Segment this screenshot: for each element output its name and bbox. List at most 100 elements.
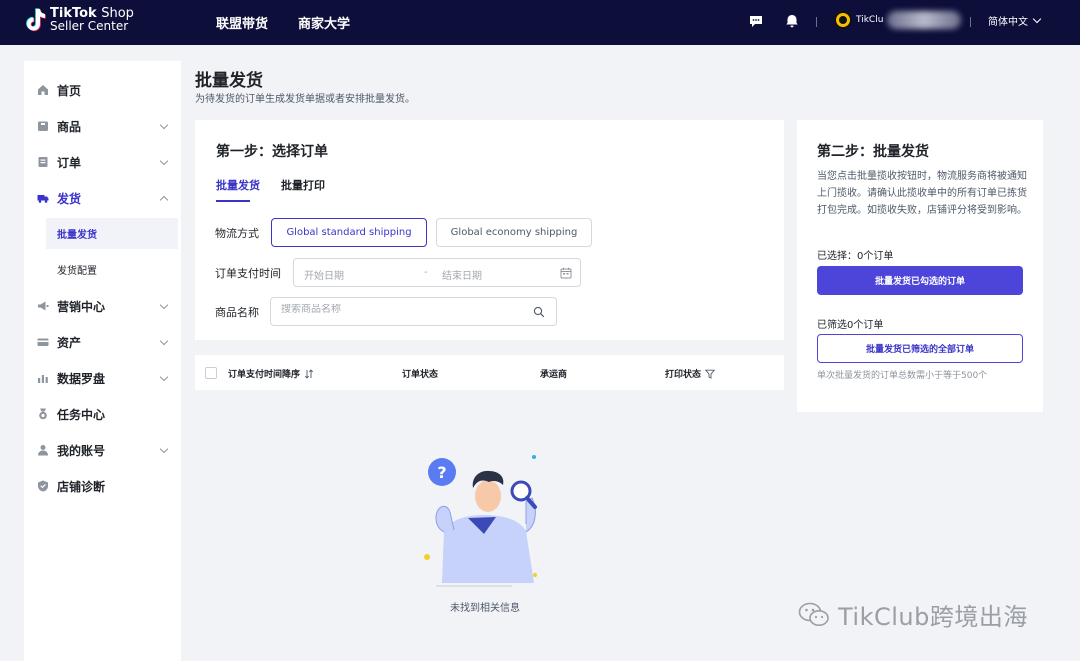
tab-bulk-print[interactable]: 批量打印 — [281, 177, 325, 193]
top-nav-affiliate[interactable]: 联盟带货 — [216, 13, 268, 32]
language-selector[interactable]: 简体中文 — [988, 13, 1042, 28]
sidebar-item-shipping[interactable]: 发货 — [24, 183, 181, 213]
product-search-input[interactable] — [281, 304, 521, 315]
sidebar-item-label: 订单 — [57, 155, 82, 170]
ship-filtered-orders-button[interactable]: 批量发货已筛选的全部订单 — [817, 334, 1023, 363]
chevron-down-icon — [1032, 14, 1042, 24]
end-date-input[interactable]: 结束日期 — [442, 267, 482, 282]
chevron-down-icon — [159, 336, 169, 345]
sidebar-item-label: 任务中心 — [57, 407, 106, 422]
product-search-field[interactable] — [270, 297, 557, 326]
sidebar-subitem-bulk-ship[interactable]: 批量发货 — [46, 218, 178, 249]
step2-description: 当您点击批量揽收按钮时，物流服务商将被通知上门揽收。请确认此揽收单中的所有订单已… — [817, 171, 1027, 216]
divider — [816, 17, 817, 27]
orders-table-header: 订单支付时间降序 订单状态 承运商 打印状态 — [195, 355, 784, 390]
sidebar-item-my-account[interactable]: 我的账号 — [24, 435, 181, 465]
megaphone-icon — [38, 301, 49, 311]
wallet-icon — [37, 338, 49, 346]
bulk-ship-limit-hint: 单次批量发货的订单总数需小于等于500个 — [817, 371, 988, 381]
user-icon — [38, 445, 48, 456]
sidebar-item-orders[interactable]: 订单 — [24, 147, 181, 177]
payment-time-label: 订单支付时间 — [215, 267, 281, 280]
filtered-count: 已筛选0个订单 — [817, 320, 884, 331]
selected-count: 已选择：0个订单 — [817, 251, 894, 262]
sidebar-item-home[interactable]: 首页 — [24, 75, 181, 105]
sidebar-item-assets[interactable]: 资产 — [24, 327, 181, 357]
sidebar-item-label: 营销中心 — [57, 299, 106, 314]
tiktok-shop-logo[interactable]: TikTok Shop Seller Center — [24, 7, 134, 33]
truck-icon — [37, 195, 49, 203]
shipping-method-label: 物流方式 — [215, 227, 259, 240]
search-icon[interactable] — [533, 306, 545, 318]
column-header-label: 订单支付时间降序 — [228, 370, 301, 380]
column-print-status[interactable]: 打印状态 — [665, 367, 716, 380]
sidebar-item-marketing[interactable]: 营销中心 — [24, 291, 181, 321]
medal-icon — [39, 408, 47, 420]
avatar — [834, 11, 852, 29]
sidebar-item-label: 我的账号 — [57, 443, 106, 458]
watermark-text: TikClub跨境出海 — [838, 603, 1028, 631]
step2-title: 第二步：批量发货 — [817, 144, 929, 160]
sidebar-subitem-label: 批量发货 — [57, 230, 97, 241]
sidebar-item-label: 首页 — [57, 83, 82, 98]
step1-title: 第一步：选择订单 — [216, 144, 328, 160]
sidebar-item-store-diagnosis[interactable]: 店铺诊断 — [24, 471, 181, 501]
payment-date-range-picker[interactable]: 开始日期 - 结束日期 — [293, 258, 581, 287]
username: TikClu — [856, 15, 884, 25]
chevron-down-icon — [159, 444, 169, 453]
start-date-input[interactable]: 开始日期 — [304, 267, 344, 282]
ship-selected-orders-button[interactable]: 批量发货已勾选的订单 — [817, 266, 1023, 295]
calendar-icon[interactable] — [560, 267, 572, 279]
active-tab-indicator — [216, 200, 250, 202]
chevron-down-icon — [159, 120, 169, 129]
sort-icon[interactable] — [304, 368, 314, 379]
shipping-option-standard[interactable]: Global standard shipping — [271, 218, 427, 247]
shield-icon — [38, 480, 48, 492]
user-account-menu[interactable]: TikClu — [834, 11, 962, 29]
language-label: 简体中文 — [988, 17, 1028, 28]
column-header-label: 承运商 — [540, 370, 568, 380]
sidebar-item-label: 商品 — [57, 119, 82, 134]
column-order-status: 订单状态 — [402, 367, 438, 380]
home-icon — [38, 85, 48, 95]
page-description: 为待发货的订单生成发货单据或者安排批量发货。 — [195, 94, 415, 105]
top-nav-links: 联盟带货 商家大学 — [216, 0, 380, 45]
column-payment-time[interactable]: 订单支付时间降序 — [228, 367, 314, 380]
sidebar-item-products[interactable]: 商品 — [24, 111, 181, 141]
brand-seller-center: Seller Center — [50, 19, 129, 33]
sidebar-item-label: 发货 — [57, 191, 82, 206]
redacted-username — [887, 11, 962, 29]
date-separator: - — [424, 267, 428, 278]
sidebar-item-label: 数据罗盘 — [57, 371, 106, 386]
empty-state-text: 未找到相关信息 — [450, 603, 520, 614]
top-nav-academy[interactable]: 商家大学 — [298, 13, 350, 32]
page-title: 批量发货 — [195, 71, 263, 91]
tab-bulk-ship[interactable]: 批量发货 — [216, 177, 260, 193]
sidebar: 首页 商品 订单 发货 批量发货 发货配置 营销中心 资产 数据罗盘 任务中心 — [24, 61, 181, 661]
filter-icon[interactable] — [705, 369, 716, 379]
divider — [970, 17, 971, 27]
sidebar-item-data-compass[interactable]: 数据罗盘 — [24, 363, 181, 393]
column-header-label: 订单状态 — [402, 370, 439, 380]
chevron-down-icon — [159, 300, 169, 309]
sidebar-subitem-label: 发货配置 — [57, 266, 97, 277]
svg-text:?: ? — [437, 463, 446, 482]
watermark: TikClub跨境出海 — [798, 597, 1028, 632]
sidebar-item-task-center[interactable]: 任务中心 — [24, 399, 181, 429]
sidebar-item-label: 资产 — [57, 335, 82, 350]
column-header-label: 打印状态 — [665, 370, 702, 380]
chevron-down-icon — [159, 372, 169, 381]
product-name-label: 商品名称 — [215, 306, 259, 319]
order-icon — [38, 157, 48, 167]
wechat-icon — [798, 602, 829, 626]
bell-icon[interactable] — [784, 13, 800, 29]
message-icon[interactable] — [748, 13, 764, 29]
brand-text: TikTok Shop Seller Center — [50, 7, 134, 33]
sidebar-subitem-ship-settings[interactable]: 发货配置 — [46, 254, 178, 285]
chart-icon — [38, 375, 48, 383]
shipping-option-economy[interactable]: Global economy shipping — [436, 218, 592, 247]
empty-state-illustration: ? — [424, 455, 537, 587]
select-all-checkbox[interactable] — [205, 367, 217, 379]
chevron-down-icon — [159, 156, 169, 165]
chevron-up-icon — [159, 195, 169, 204]
